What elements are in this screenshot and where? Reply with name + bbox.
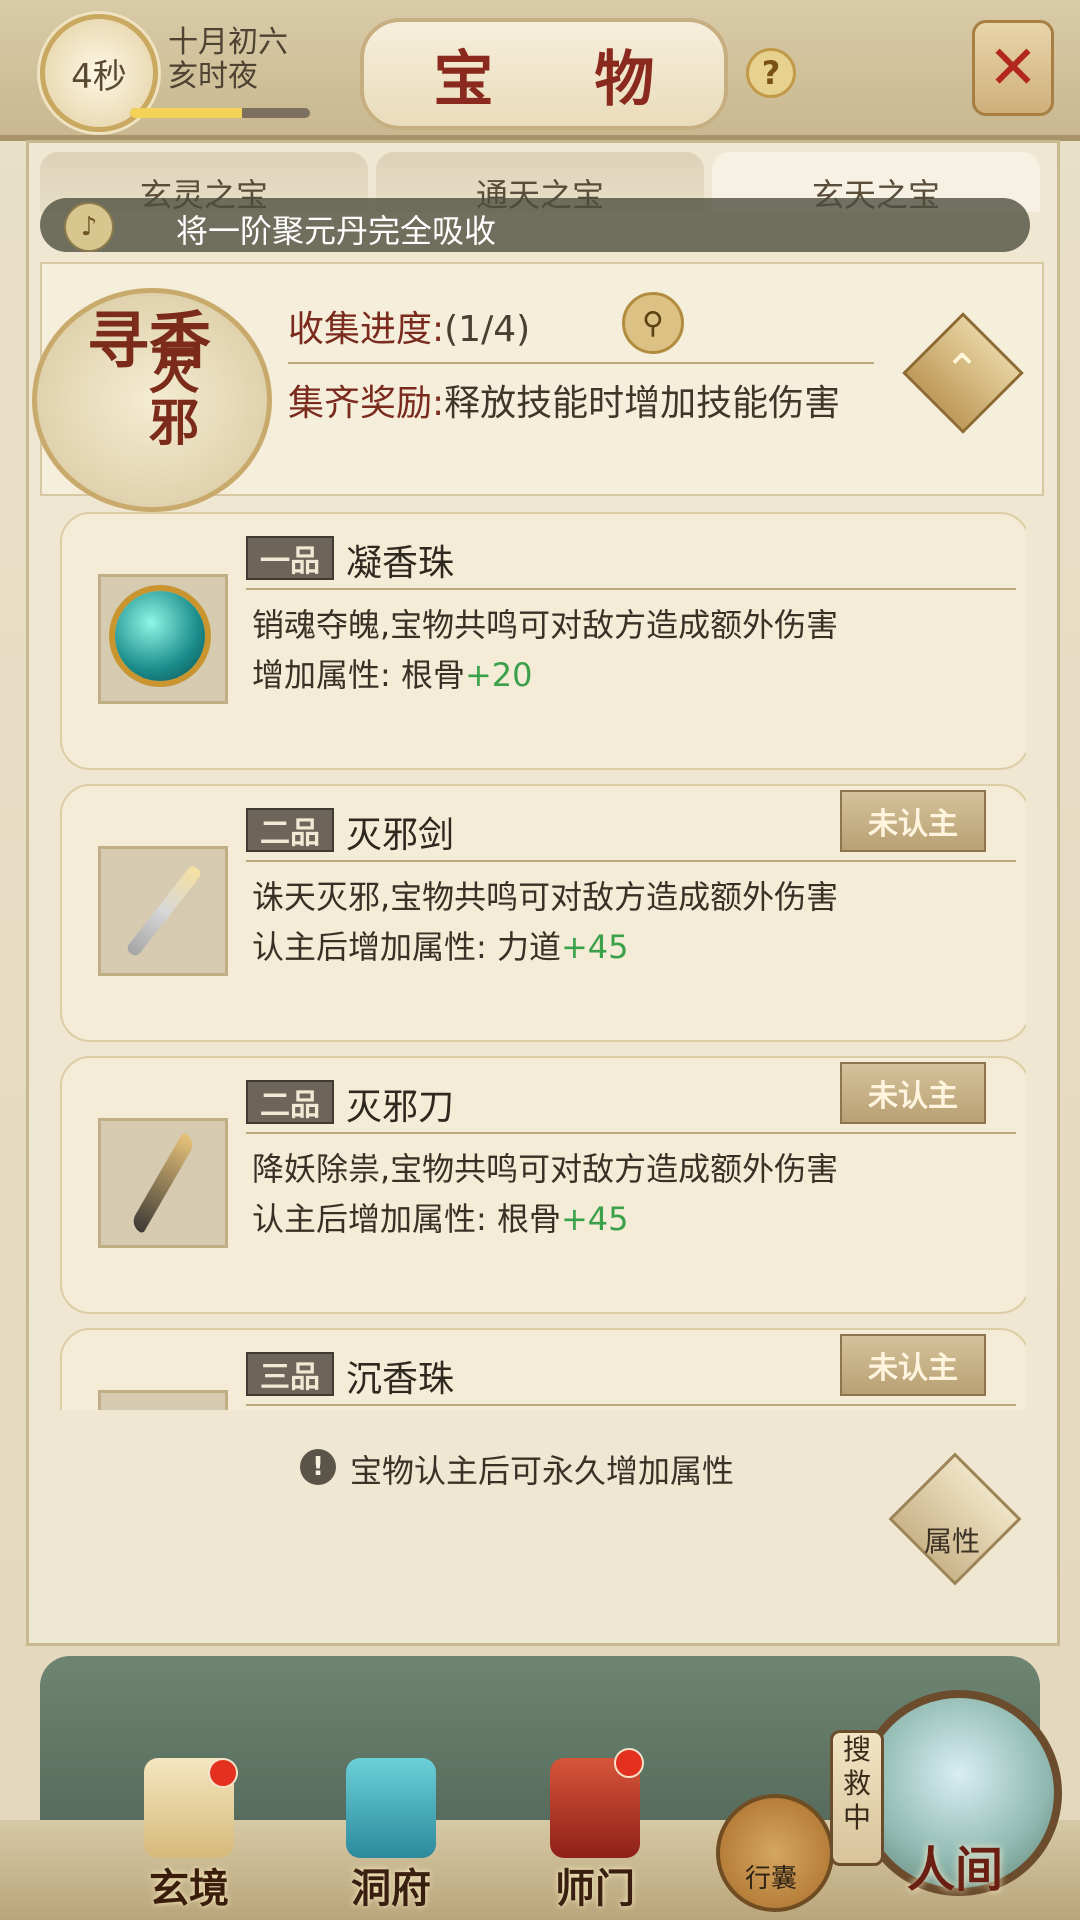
unbound-badge: 未认主 — [840, 1062, 986, 1124]
item-icon — [98, 574, 228, 704]
notification-dot — [208, 1758, 238, 1788]
nav-xuanjing[interactable]: 玄境 — [114, 1758, 264, 1912]
grade-tag: 三品 — [246, 1352, 334, 1396]
search-icon[interactable]: ⚲ — [622, 292, 684, 354]
chevron-up-icon: ⌃ — [943, 344, 981, 396]
divider — [246, 1132, 1016, 1134]
bell-icon: ♪ — [64, 202, 114, 252]
item-icon — [98, 1118, 228, 1248]
page-title: 宝 物 — [433, 44, 695, 115]
item-name: 凝香珠 — [346, 543, 455, 584]
nav-label: 玄境 — [149, 1865, 229, 1912]
attributes-button-label[interactable]: 属性 — [912, 1520, 992, 1560]
lunar-date: 十月初六 — [168, 25, 288, 60]
collection-reward: 集齐奖励:释放技能时增加技能伤害 — [288, 378, 888, 430]
item-icon — [98, 846, 228, 976]
list-item[interactable]: 一品 凝香珠 销魂夺魄,宝物共鸣可对敌方造成额外伤害 增加属性: 根骨+20 — [60, 512, 1026, 770]
item-attribute: 增加属性: 根骨+20 — [252, 650, 533, 696]
close-icon[interactable]: ✕ — [972, 20, 1054, 116]
attr-value: +45 — [560, 928, 629, 966]
exclamation-icon: ! — [300, 1449, 336, 1485]
collection-progress: 收集进度:(1/4) — [288, 300, 530, 352]
list-item[interactable]: 二品 灭邪剑 未认主 诛天灭邪,宝物共鸣可对敌方造成额外伤害 认主后增加属性: … — [60, 784, 1026, 1042]
grade-tag: 一品 — [246, 536, 334, 580]
timer-text: 4秒 — [71, 56, 127, 97]
reward-text: 释放技能时增加技能伤害 — [444, 383, 841, 424]
item-description: 销魂夺魄,宝物共鸣可对敌方造成额外伤害 — [252, 606, 839, 644]
nav-shimen[interactable]: 师门 — [520, 1748, 670, 1912]
announcement-ticker: ♪ 将一阶聚元丹完全吸收 — [40, 198, 1030, 252]
attr-text: 增加属性: 根骨 — [252, 656, 465, 694]
item-attribute: 认主后增加属性: 根骨+45 — [252, 1194, 629, 1240]
title-plate: 宝 物 — [360, 18, 728, 130]
nav-label: 师门 — [555, 1865, 635, 1912]
divider — [288, 362, 874, 364]
seal-text-2: 灭邪 — [149, 341, 199, 452]
grade-tag: 二品 — [246, 1080, 334, 1124]
ticker-text: 将一阶聚元丹完全吸收 — [176, 212, 497, 250]
item-description: 诛天灭邪,宝物共鸣可对敌方造成额外伤害 — [252, 878, 839, 916]
item-icon — [98, 1390, 228, 1410]
world-label[interactable]: 人间 — [860, 1830, 1050, 1900]
unbound-badge: 未认主 — [840, 790, 986, 852]
treasure-list[interactable]: 一品 凝香珠 销魂夺魄,宝物共鸣可对敌方造成额外伤害 增加属性: 根骨+20 二… — [60, 512, 1026, 1410]
divider — [246, 1404, 1016, 1406]
divider — [246, 860, 1016, 862]
divider — [246, 588, 1016, 590]
tip-text: 宝物认主后可永久增加属性 — [350, 1452, 735, 1490]
attr-value: +45 — [560, 1200, 629, 1238]
attr-value: +20 — [464, 656, 533, 694]
nav-dongfu[interactable]: 洞府 — [316, 1758, 466, 1912]
item-name: 灭邪剑 — [346, 815, 455, 856]
pavilion-icon — [346, 1758, 436, 1858]
pearl-icon — [115, 591, 205, 681]
list-item[interactable]: 三品 沉香珠 未认主 — [60, 1328, 1026, 1410]
item-name: 灭邪刀 — [346, 1087, 455, 1128]
progress-value: (1/4) — [444, 309, 531, 350]
attr-text: 认主后增加属性: 力道 — [252, 928, 561, 966]
game-date: 十月初六 亥时夜 — [168, 26, 288, 94]
time-progress-bar — [130, 108, 310, 118]
item-name: 沉香珠 — [346, 1359, 455, 1400]
notification-dot — [614, 1748, 644, 1778]
blade-icon — [129, 1132, 197, 1234]
nav-label: 洞府 — [351, 1865, 431, 1912]
set-seal: 寻香 灭邪 — [32, 288, 272, 512]
attr-text: 认主后增加属性: 根骨 — [252, 1200, 561, 1238]
question-icon[interactable]: ? — [746, 48, 796, 98]
item-description: 降妖除祟,宝物共鸣可对敌方造成额外伤害 — [252, 1150, 839, 1188]
unbound-badge: 未认主 — [840, 1334, 986, 1396]
time-progress-fill — [130, 108, 242, 118]
sword-icon — [125, 864, 203, 958]
bag-label[interactable]: 行囊 — [716, 1858, 826, 1895]
time-of-day: 亥时夜 — [168, 59, 258, 94]
progress-label: 收集进度: — [288, 309, 445, 350]
list-item[interactable]: 二品 灭邪刀 未认主 降妖除祟,宝物共鸣可对敌方造成额外伤害 认主后增加属性: … — [60, 1056, 1026, 1314]
reward-label: 集齐奖励: — [288, 383, 445, 424]
grade-tag: 二品 — [246, 808, 334, 852]
item-attribute: 认主后增加属性: 力道+45 — [252, 922, 629, 968]
